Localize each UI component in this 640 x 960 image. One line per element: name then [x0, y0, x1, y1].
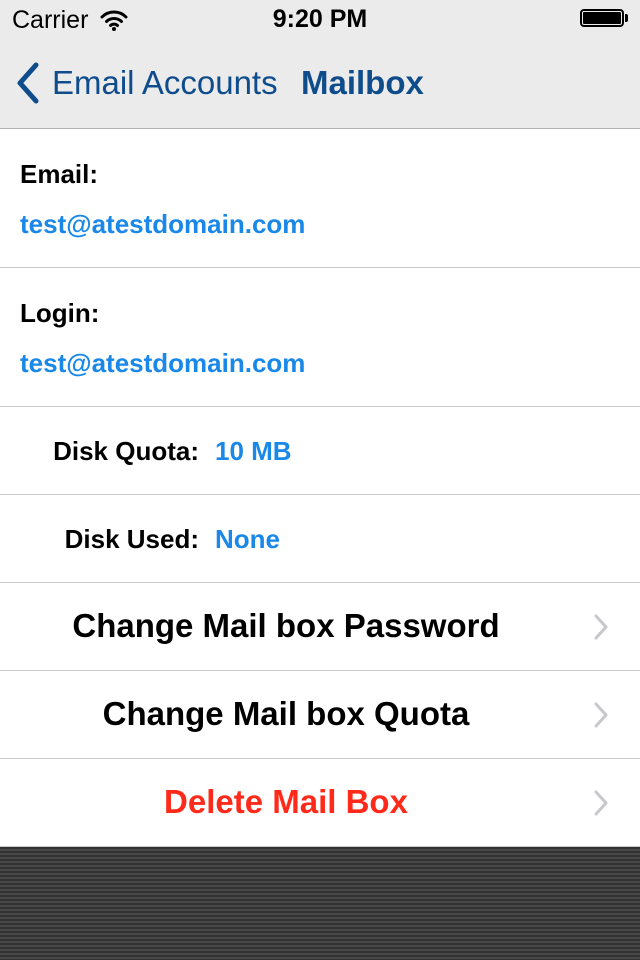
- disk-used-value: None: [215, 524, 280, 554]
- change-mailbox-quota-button[interactable]: Change Mail box Quota: [0, 671, 640, 759]
- login-value: test@atestdomain.com: [20, 348, 306, 378]
- login-cell: Login: test@atestdomain.com: [0, 268, 640, 407]
- chevron-left-icon: [17, 62, 39, 104]
- disk-used-cell: Disk Used: None: [0, 495, 640, 583]
- email-cell: Email: test@atestdomain.com: [0, 129, 640, 268]
- chevron-right-icon: [594, 614, 608, 640]
- striped-background: [0, 847, 640, 960]
- email-label: Email:: [20, 159, 99, 189]
- delete-mailbox-button[interactable]: Delete Mail Box: [0, 759, 640, 847]
- chevron-right-icon: [594, 790, 608, 816]
- delete-mailbox-label: Delete Mail Box: [164, 783, 408, 820]
- chevron-right-icon: [594, 702, 608, 728]
- navigation-bar: Email Accounts Mailbox: [0, 40, 640, 129]
- login-label: Login:: [20, 298, 100, 328]
- change-mailbox-password-button[interactable]: Change Mail box Password: [0, 583, 640, 671]
- email-value: test@atestdomain.com: [20, 209, 306, 239]
- change-mailbox-quota-label: Change Mail box Quota: [102, 695, 470, 732]
- status-time: 9:20 PM: [272, 5, 368, 33]
- status-bar: Carrier 9:20 PM: [0, 0, 640, 40]
- back-button-label: Email Accounts: [52, 64, 278, 101]
- disk-quota-value: 10 MB: [215, 436, 292, 466]
- disk-used-label: Disk Used:: [64, 524, 199, 554]
- mailbox-details-table: Email: test@atestdomain.com Login: test@…: [0, 129, 640, 847]
- disk-quota-cell: Disk Quota: 10 MB: [0, 407, 640, 495]
- change-mailbox-password-label: Change Mail box Password: [72, 607, 500, 644]
- battery-icon: [580, 9, 630, 29]
- disk-quota-label: Disk Quota:: [53, 436, 199, 466]
- page-title: Mailbox: [301, 64, 424, 101]
- back-button[interactable]: Email Accounts: [14, 58, 278, 108]
